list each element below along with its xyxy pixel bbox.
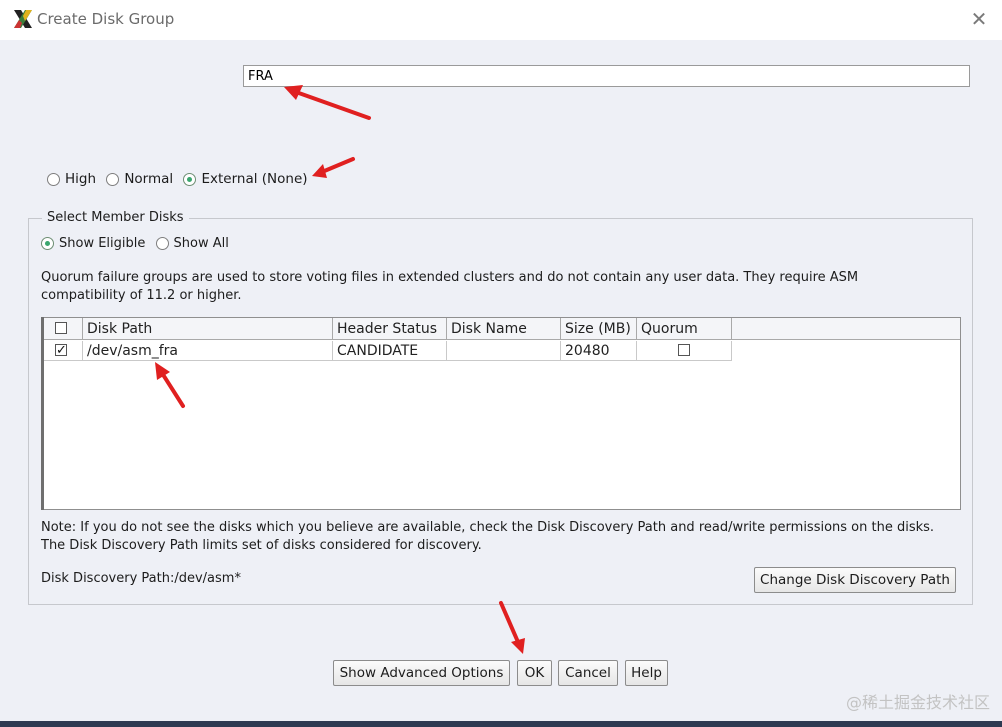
radio-label: External (None) bbox=[201, 171, 308, 187]
close-icon[interactable]: ✕ bbox=[968, 8, 990, 30]
radio-selected-icon bbox=[41, 237, 54, 250]
radio-icon bbox=[106, 172, 120, 186]
show-eligible-radio[interactable]: Show Eligible bbox=[41, 236, 145, 251]
redundancy-high-radio[interactable]: High bbox=[47, 171, 96, 187]
disks-table: Disk Path Header Status Disk Name Size (… bbox=[41, 317, 961, 510]
redundancy-normal-radio[interactable]: Normal bbox=[106, 171, 173, 187]
member-disks-legend: Select Member Disks bbox=[42, 210, 189, 225]
header-status-cell: CANDIDATE bbox=[333, 341, 447, 361]
select-all-header bbox=[42, 318, 83, 340]
table-border-shadow bbox=[41, 317, 44, 510]
redundancy-options: High Normal External (None) bbox=[47, 171, 314, 190]
disk-filter-options: Show Eligible Show All bbox=[41, 236, 235, 254]
app-logo-icon bbox=[14, 10, 32, 28]
radio-icon bbox=[47, 172, 60, 186]
ok-button[interactable]: OK bbox=[517, 660, 552, 686]
quorum-cell bbox=[637, 341, 732, 361]
bottom-border bbox=[0, 721, 1002, 727]
row-select-checkbox[interactable] bbox=[55, 341, 67, 361]
radio-label: Show Eligible bbox=[59, 236, 146, 251]
row-select-cell bbox=[42, 341, 83, 361]
radio-label: Normal bbox=[124, 171, 174, 187]
title-bar: Create Disk Group ✕ bbox=[0, 0, 1002, 40]
column-header-filler bbox=[732, 318, 960, 340]
size-cell: 20480 bbox=[561, 341, 637, 361]
column-header-header-status[interactable]: Header Status bbox=[333, 318, 447, 340]
quorum-description: Quorum failure groups are used to store … bbox=[41, 270, 859, 303]
disk-group-name-input[interactable]: FRA bbox=[243, 65, 970, 87]
radio-label: High bbox=[65, 171, 97, 187]
column-header-quorum[interactable]: Quorum bbox=[637, 318, 732, 340]
quorum-checkbox[interactable] bbox=[678, 344, 690, 356]
discovery-path-label: Disk Discovery Path:/dev/asm* bbox=[41, 571, 241, 586]
cancel-button[interactable]: Cancel bbox=[558, 660, 618, 686]
watermark: @稀土掘金技术社区 bbox=[845, 693, 990, 712]
change-discovery-path-button[interactable]: Change Disk Discovery Path bbox=[754, 567, 956, 593]
radio-selected-icon bbox=[183, 172, 197, 186]
radio-label: Show All bbox=[173, 236, 229, 251]
show-advanced-options-button[interactable]: Show Advanced Options bbox=[333, 660, 510, 686]
help-button[interactable]: Help bbox=[625, 660, 668, 686]
column-header-disk-path[interactable]: Disk Path bbox=[83, 318, 333, 340]
column-header-disk-name[interactable]: Disk Name bbox=[447, 318, 561, 340]
dialog-content: FRA High Normal External (None) Select M… bbox=[0, 40, 1002, 721]
disk-name-cell bbox=[447, 341, 561, 361]
discovery-note: Note: If you do not see the disks which … bbox=[41, 520, 935, 553]
disk-path-cell: /dev/asm_fra bbox=[83, 341, 333, 361]
show-all-radio[interactable]: Show All bbox=[155, 236, 229, 251]
window-title: Create Disk Group bbox=[37, 10, 175, 28]
column-header-size[interactable]: Size (MB) bbox=[561, 318, 637, 340]
radio-icon bbox=[155, 237, 169, 250]
select-all-checkbox[interactable] bbox=[55, 322, 67, 334]
redundancy-external-radio[interactable]: External (None) bbox=[183, 171, 308, 187]
